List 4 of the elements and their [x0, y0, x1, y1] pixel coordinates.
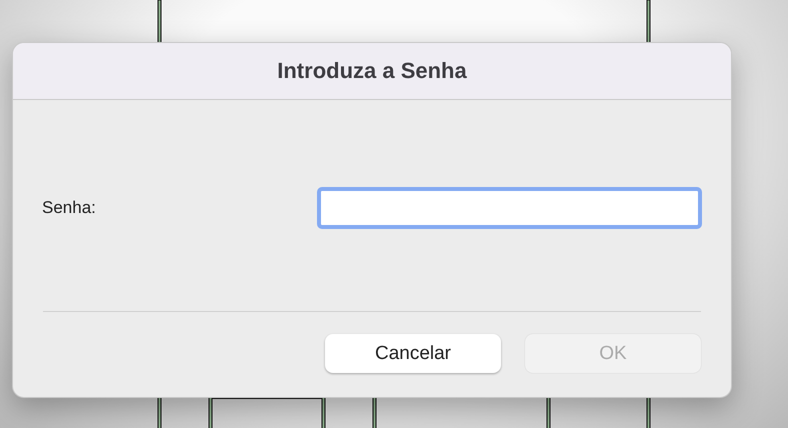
- password-field[interactable]: [317, 187, 702, 229]
- cancel-button[interactable]: Cancelar: [325, 334, 501, 373]
- field-label: Senha:: [42, 198, 96, 218]
- dialog-title: Introduza a Senha: [277, 58, 467, 84]
